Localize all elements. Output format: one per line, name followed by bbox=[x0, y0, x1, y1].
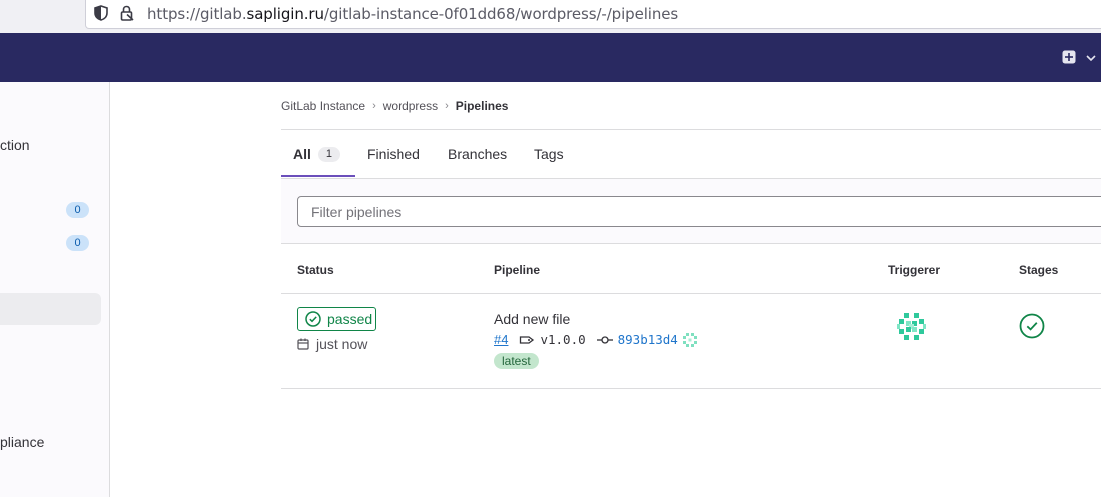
tag-name[interactable]: v1.0.0 bbox=[540, 332, 585, 347]
stage-passed-icon[interactable] bbox=[1019, 313, 1045, 339]
lock-icon[interactable] bbox=[118, 4, 136, 22]
top-navbar bbox=[0, 33, 1101, 82]
column-header-pipeline: Pipeline bbox=[494, 263, 541, 277]
sidebar: ction 0 0 pliance bbox=[0, 82, 110, 497]
column-header-stages: Stages bbox=[1019, 263, 1059, 277]
filter-bar bbox=[281, 179, 1101, 244]
pipeline-id-link[interactable]: #4 bbox=[494, 332, 508, 347]
column-header-status: Status bbox=[297, 263, 334, 277]
status-badge[interactable]: passed bbox=[297, 307, 376, 331]
plus-square-icon[interactable] bbox=[1062, 50, 1076, 64]
filter-pipelines-input[interactable] bbox=[297, 196, 1101, 227]
time-ago: just now bbox=[316, 336, 368, 352]
breadcrumb-item[interactable]: wordpress bbox=[383, 99, 438, 113]
browser-toolbar: https://gitlab.sapligin.ru/gitlab-instan… bbox=[0, 0, 1101, 33]
shield-icon[interactable] bbox=[92, 4, 110, 22]
pipeline-tabs: All 1 Finished Branches Tags bbox=[281, 130, 1101, 179]
sidebar-item-active[interactable] bbox=[0, 293, 101, 325]
active-tab-indicator bbox=[281, 175, 355, 177]
check-circle-icon bbox=[305, 311, 321, 327]
tab-count-badge: 1 bbox=[317, 146, 340, 162]
sidebar-item-label[interactable]: pliance bbox=[0, 434, 44, 450]
chevron-down-icon[interactable] bbox=[1086, 54, 1096, 62]
status-label: passed bbox=[327, 311, 373, 327]
breadcrumb-item[interactable]: GitLab Instance bbox=[281, 99, 365, 113]
sidebar-item-label[interactable]: ction bbox=[0, 137, 30, 153]
pipeline-time: just now bbox=[297, 336, 367, 352]
chevron-right-icon: › bbox=[372, 100, 376, 112]
tag-icon bbox=[520, 335, 535, 344]
breadcrumb-current[interactable]: Pipelines bbox=[456, 99, 509, 113]
sidebar-count-badge: 0 bbox=[66, 202, 89, 218]
commit-sha-link[interactable]: 893b13d4 bbox=[618, 332, 678, 347]
user-avatar-icon[interactable] bbox=[682, 332, 697, 347]
tab-tags[interactable]: Tags bbox=[534, 130, 564, 178]
tab-all[interactable]: All 1 bbox=[293, 130, 340, 178]
url-text[interactable]: https://gitlab.sapligin.ru/gitlab-instan… bbox=[147, 5, 678, 23]
commit-icon bbox=[596, 335, 613, 344]
chevron-right-icon: › bbox=[445, 100, 449, 112]
breadcrumb: GitLab Instance › wordpress › Pipelines bbox=[281, 98, 508, 114]
tab-branches[interactable]: Branches bbox=[448, 130, 507, 178]
pipeline-commit-title[interactable]: Add new file bbox=[494, 311, 570, 327]
tab-label: All bbox=[293, 146, 311, 162]
sidebar-count-badge: 0 bbox=[66, 235, 89, 251]
calendar-icon bbox=[297, 338, 309, 350]
triggerer-avatar-icon[interactable] bbox=[896, 311, 927, 342]
column-header-triggerer: Triggerer bbox=[888, 263, 941, 277]
divider bbox=[281, 388, 1101, 389]
divider bbox=[281, 293, 1101, 294]
latest-badge: latest bbox=[494, 353, 539, 369]
pipeline-meta: #4 v1.0.0 893b13d4 bbox=[494, 331, 697, 348]
tab-finished[interactable]: Finished bbox=[367, 130, 420, 178]
